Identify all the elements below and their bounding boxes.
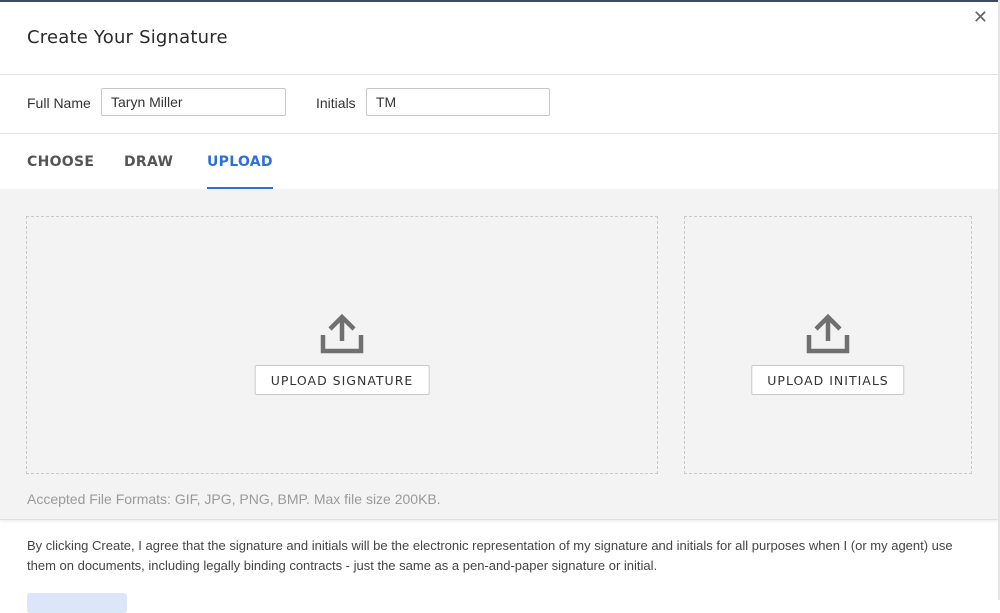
tab-choose[interactable]: CHOOSE	[27, 154, 94, 170]
tab-upload[interactable]: UPLOAD	[207, 154, 273, 190]
create-button[interactable]	[27, 593, 127, 613]
upload-icon	[806, 313, 850, 354]
upload-panel: UPLOAD SIGNATURE UPLOAD INITIALS Accepte…	[0, 189, 998, 520]
tab-draw[interactable]: DRAW	[124, 154, 173, 170]
accepted-formats-note: Accepted File Formats: GIF, JPG, PNG, BM…	[27, 491, 441, 507]
dialog-header: Create Your Signature ✕	[0, 2, 998, 75]
upload-icon	[320, 313, 364, 354]
dialog-title: Create Your Signature	[27, 27, 228, 48]
name-fields: Full Name Initials	[0, 75, 998, 134]
upload-signature-button[interactable]: UPLOAD SIGNATURE	[254, 365, 430, 395]
initials-input[interactable]	[366, 88, 550, 116]
close-icon[interactable]: ✕	[973, 8, 988, 28]
full-name-label: Full Name	[27, 95, 91, 111]
signature-drop-zone[interactable]: UPLOAD SIGNATURE	[26, 216, 658, 474]
signature-tabs: CHOOSE DRAW UPLOAD	[0, 134, 998, 192]
full-name-input[interactable]	[101, 88, 286, 116]
upload-initials-button[interactable]: UPLOAD INITIALS	[751, 365, 905, 395]
initials-label: Initials	[316, 95, 356, 111]
legal-disclaimer: By clicking Create, I agree that the sig…	[27, 538, 953, 573]
initials-drop-zone[interactable]: UPLOAD INITIALS	[684, 216, 972, 474]
